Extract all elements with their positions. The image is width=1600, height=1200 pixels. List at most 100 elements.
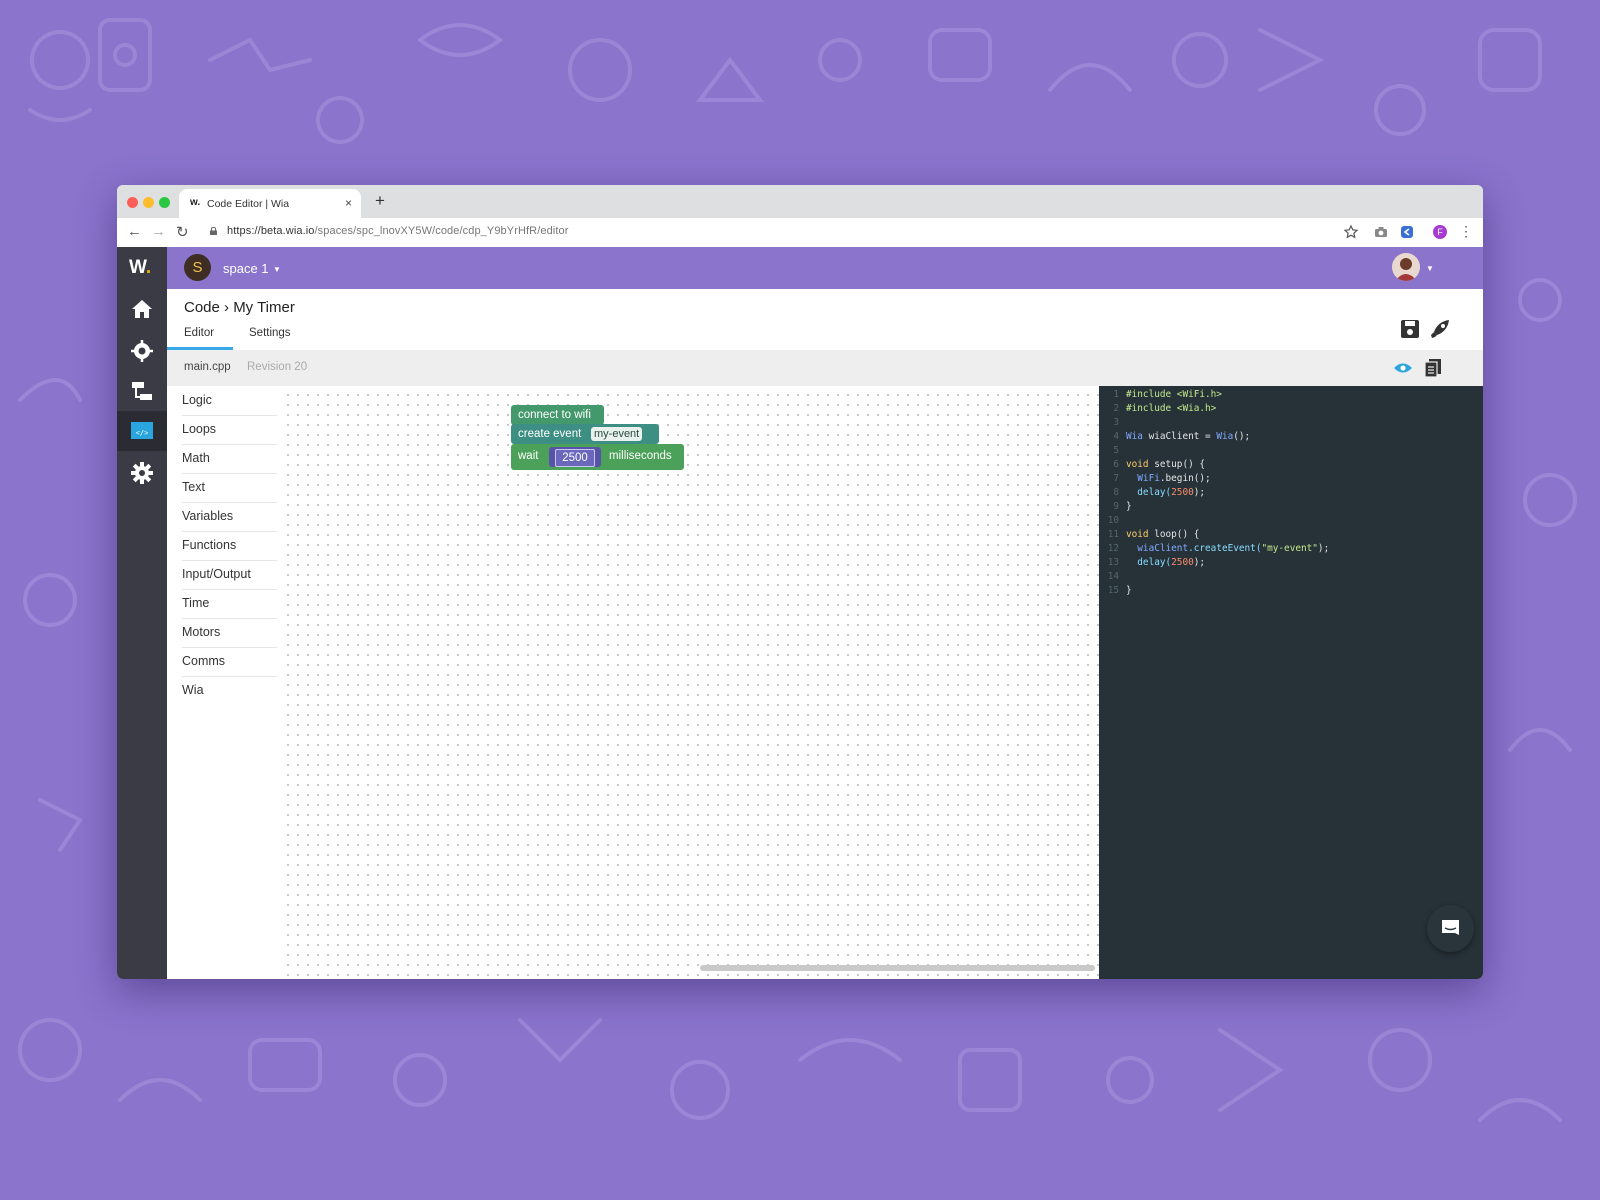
camera-extension-icon[interactable] <box>1373 224 1389 240</box>
chat-bubble-icon <box>1440 918 1461 939</box>
url-field[interactable]: https://beta.wia.io/spaces/spc_lnovXY5W/… <box>227 225 568 237</box>
tab-close-icon[interactable]: × <box>345 196 352 210</box>
code-line: 5 <box>1099 445 1483 459</box>
tab-settings[interactable]: Settings <box>249 327 291 339</box>
line-number: 1 <box>1103 389 1119 400</box>
code-line: 1 #include <WiFi.h> <box>1099 389 1483 403</box>
line-number: 6 <box>1103 459 1119 470</box>
copy-code-icon[interactable] <box>1423 358 1443 378</box>
line-number: 13 <box>1103 557 1119 568</box>
category-functions[interactable]: Functions <box>182 531 277 561</box>
code-line: 3 <box>1099 417 1483 431</box>
code-line: 13 delay(2500); <box>1099 557 1483 571</box>
chat-support-button[interactable] <box>1427 905 1474 952</box>
minimize-window-button[interactable] <box>143 197 154 208</box>
category-loops[interactable]: Loops <box>182 415 277 445</box>
svg-text:</>: </> <box>136 429 149 437</box>
back-icon[interactable]: ← <box>127 223 142 240</box>
code-text: } <box>1126 585 1132 596</box>
category-math[interactable]: Math <box>182 444 277 474</box>
flow-icon <box>131 380 153 402</box>
code-line: 8 delay(2500); <box>1099 487 1483 501</box>
block-toolbox: Logic Loops Math Text Variables Function… <box>167 386 279 979</box>
bookmark-star-icon[interactable] <box>1343 224 1359 240</box>
space-topbar: S space 1 ▼ ▼ <box>167 247 1483 289</box>
close-window-button[interactable] <box>127 197 138 208</box>
code-line: 4Wia wiaClient = Wia(); <box>1099 431 1483 445</box>
code-text: #include <WiFi.h> <box>1126 389 1222 400</box>
tab-favicon-icon: w. <box>190 197 200 208</box>
event-name-input[interactable]: my-event <box>591 427 642 441</box>
file-name[interactable]: main.cpp <box>184 361 231 373</box>
space-badge[interactable]: S <box>184 254 211 281</box>
code-line: 6 void setup() { <box>1099 459 1483 473</box>
reload-icon[interactable]: ↻ <box>176 223 189 241</box>
browser-tab-strip: w. Code Editor | Wia × + <box>117 185 1483 218</box>
home-icon <box>131 298 153 320</box>
space-selector[interactable]: space 1 <box>223 261 269 276</box>
chip-gear-icon <box>131 340 153 362</box>
wait-block[interactable]: wait 2500 milliseconds <box>511 444 684 470</box>
user-photo-icon <box>1392 253 1420 281</box>
nav-code[interactable]: </> <box>117 411 167 451</box>
blockly-workspace[interactable]: connect to wifi create event my-event wa… <box>279 386 1099 979</box>
eye-icon[interactable] <box>1393 362 1413 374</box>
code-line: 14 <box>1099 571 1483 585</box>
line-number: 5 <box>1103 445 1119 456</box>
gear-icon <box>131 462 153 484</box>
nav-home[interactable] <box>117 289 167 329</box>
chevron-down-icon[interactable]: ▼ <box>273 265 281 274</box>
line-number: 14 <box>1103 571 1119 582</box>
block-label: wait <box>518 450 538 462</box>
category-logic[interactable]: Logic <box>182 386 277 416</box>
browser-profile-avatar[interactable]: F <box>1433 225 1447 239</box>
tab-editor[interactable]: Editor <box>184 327 214 339</box>
category-wia[interactable]: Wia <box>182 676 277 705</box>
breadcrumb: Code › My Timer <box>184 299 295 316</box>
line-number: 15 <box>1103 585 1119 596</box>
line-number: 11 <box>1103 529 1119 540</box>
code-line: 9} <box>1099 501 1483 515</box>
wait-duration-input[interactable]: 2500 <box>555 449 595 467</box>
horizontal-scrollbar[interactable] <box>700 965 1095 971</box>
save-icon[interactable] <box>1399 318 1421 340</box>
line-number: 3 <box>1103 417 1119 428</box>
number-block[interactable]: 2500 <box>549 447 601 467</box>
page-header: Code › My Timer Editor Settings <box>167 289 1483 352</box>
forward-icon[interactable]: → <box>151 223 166 240</box>
maximize-window-button[interactable] <box>159 197 170 208</box>
logo-text: W <box>129 257 146 278</box>
line-number: 2 <box>1103 403 1119 414</box>
line-number: 4 <box>1103 431 1119 442</box>
create-event-block[interactable]: create event my-event <box>511 424 659 444</box>
connect-wifi-block[interactable]: connect to wifi <box>511 405 604 425</box>
code-text: } <box>1126 501 1132 512</box>
browser-menu-icon[interactable]: ⋮ <box>1459 223 1473 240</box>
category-variables[interactable]: Variables <box>182 502 277 532</box>
code-text: void setup() { <box>1126 459 1205 470</box>
category-comms[interactable]: Comms <box>182 647 277 677</box>
url-path: /spaces/spc_lnovXY5W/code/cdp_Y9bYrHfR/e… <box>315 225 569 237</box>
code-line: 7 WiFi.begin(); <box>1099 473 1483 487</box>
wia-app: W. </> S space 1 ▼ ▼ <box>117 247 1483 979</box>
category-motors[interactable]: Motors <box>182 618 277 648</box>
logo-dot: . <box>146 257 151 278</box>
browser-tab[interactable]: w. Code Editor | Wia × <box>179 189 361 218</box>
wia-logo[interactable]: W. <box>129 257 151 279</box>
category-time[interactable]: Time <box>182 589 277 619</box>
user-menu-chevron-icon[interactable]: ▼ <box>1426 264 1434 273</box>
code-text: wiaClient.createEvent("my-event"); <box>1126 543 1329 554</box>
user-avatar[interactable] <box>1392 253 1420 281</box>
category-text[interactable]: Text <box>182 473 277 503</box>
generated-code-panel: 1 #include <WiFi.h> 2 #include <Wia.h> 3 4… <box>1099 386 1483 979</box>
file-bar: main.cpp Revision 20 <box>167 350 1483 386</box>
extension-icon[interactable] <box>1399 224 1415 240</box>
deploy-rocket-icon[interactable] <box>1429 318 1451 340</box>
category-input-output[interactable]: Input/Output <box>182 560 277 590</box>
nav-settings[interactable] <box>117 453 167 493</box>
nav-devices[interactable] <box>117 331 167 371</box>
new-tab-button[interactable]: + <box>375 191 385 211</box>
line-number: 12 <box>1103 543 1119 554</box>
nav-flows[interactable] <box>117 371 167 411</box>
code-text: #include <Wia.h> <box>1126 403 1216 414</box>
